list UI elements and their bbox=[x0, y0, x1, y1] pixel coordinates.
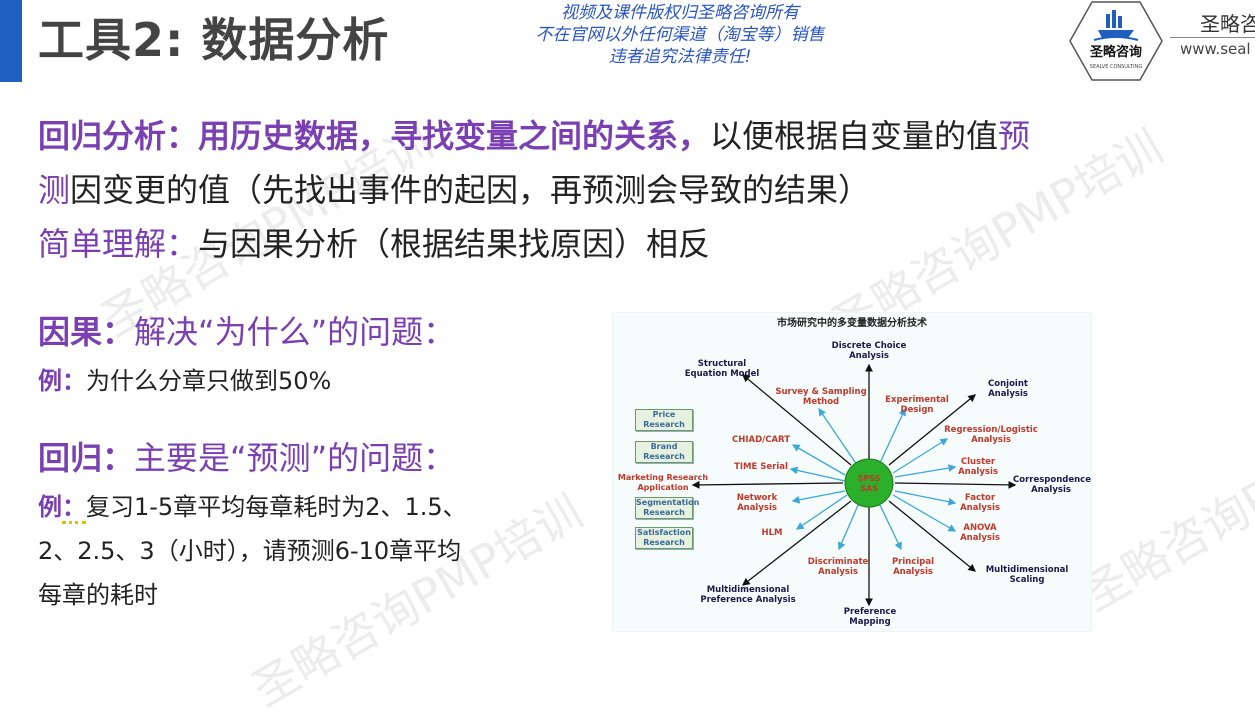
label-factor: Factor Analysis bbox=[960, 493, 1000, 513]
causal-example-text: 为什么分章只做到50% bbox=[86, 367, 332, 395]
regression-definition-purple: 回归分析：用历史数据，寻找变量之间的关系， bbox=[38, 117, 711, 155]
label-survey-sampling: Survey & Sampling Method bbox=[775, 387, 867, 407]
regression-title-rest: 主要是“预测”的问题： bbox=[134, 439, 456, 477]
page-title: 工具2: 数据分析 bbox=[38, 13, 390, 67]
side-box-price: Price Research bbox=[635, 409, 693, 431]
simple-understanding-text: 与因果分析（根据结果找原因）相反 bbox=[198, 225, 711, 263]
label-cluster: Cluster Analysis bbox=[958, 457, 998, 477]
label-anova: ANOVA Analysis bbox=[960, 523, 1000, 543]
simple-understanding-line: 简单理解：与因果分析（根据结果找原因）相反 bbox=[38, 224, 710, 264]
side-label-marketing: Marketing Research Application bbox=[617, 473, 709, 492]
copyright-notice: 视频及课件版权归圣略咨询所有 不在官网以外任何渠道（淘宝等）销售 违者追究法律责… bbox=[490, 2, 870, 68]
label-correspondence: Correspondence Analysis bbox=[1013, 475, 1091, 495]
regression-example-label: 例 bbox=[38, 493, 62, 521]
regression-definition-line2-rest: 因变更的值（先找出事件的起因，再预测会导致的结果） bbox=[70, 171, 871, 209]
side-box-brand: Brand Research bbox=[635, 441, 693, 463]
label-chiad-cart: CHIAD/CART bbox=[731, 435, 791, 445]
label-multidimensional-preference: Multidimensional Preference Analysis bbox=[700, 585, 796, 605]
center-label-2: SAS bbox=[860, 484, 878, 493]
copyright-line-3: 违者追究法律责任! bbox=[608, 47, 752, 67]
regression-example-text1: 复习1-5章平均每章耗时为2、1.5、 bbox=[86, 493, 467, 521]
regression-example-line1: 例：复习1-5章平均每章耗时为2、1.5、 bbox=[38, 492, 467, 524]
logo-subtext: SEALVE CONSULTING bbox=[1090, 64, 1143, 70]
label-regression-logistic: Regression/Logistic Analysis bbox=[944, 425, 1038, 445]
company-logo: 圣略咨询 SEALVE CONSULTING bbox=[1068, 0, 1164, 82]
label-time-serial: TIME Serial bbox=[734, 462, 788, 472]
center-label-1: SPSS bbox=[858, 474, 881, 483]
accent-bar bbox=[0, 0, 22, 82]
accent-gap bbox=[22, 0, 28, 82]
regression-heading: 回归：主要是“预测”的问题： bbox=[38, 438, 455, 478]
regression-definition-line2: 测因变更的值（先找出事件的起因，再预测会导致的结果） bbox=[38, 170, 870, 210]
label-principal: Principal Analysis bbox=[891, 557, 935, 577]
brand-url: www.seal bbox=[1180, 40, 1251, 58]
causal-example-label: 例： bbox=[38, 367, 86, 395]
regression-definition-rest: 以便根据自变量的值 bbox=[710, 117, 999, 155]
brand-divider bbox=[1170, 37, 1255, 38]
causal-title-rest: 解决“为什么”的问题： bbox=[134, 313, 456, 351]
multivariate-analysis-diagram: 市场研究中的多变量数据分析技术 SPSS SAS Discrete Choice… bbox=[612, 312, 1092, 632]
label-conjoint: Conjoint Analysis bbox=[988, 379, 1028, 399]
regression-definition-start: 测 bbox=[38, 171, 71, 209]
copyright-line-1: 视频及课件版权归圣略咨询所有 bbox=[561, 3, 799, 23]
watermark: 圣略咨询PMP培训 bbox=[1072, 389, 1255, 622]
label-experimental-design: Experimental Design bbox=[885, 395, 949, 415]
simple-understanding-label: 简单理解： bbox=[38, 225, 199, 263]
regression-example-colon: ： bbox=[62, 493, 86, 524]
causal-example: 例：为什么分章只做到50% bbox=[38, 366, 331, 396]
label-discrete-choice: Discrete Choice Analysis bbox=[831, 341, 907, 361]
brand-name: 圣略咨 bbox=[1200, 12, 1255, 36]
label-network: Network Analysis bbox=[736, 493, 778, 513]
causal-title: 因果： bbox=[38, 313, 135, 351]
regression-definition-end: 预 bbox=[998, 117, 1031, 155]
causal-heading: 因果：解决“为什么”的问题： bbox=[38, 312, 455, 352]
label-preference-mapping: Preference Mapping bbox=[843, 607, 897, 627]
label-discriminate: Discriminate Analysis bbox=[807, 557, 869, 577]
regression-example-line3: 每章的耗时 bbox=[38, 581, 158, 609]
label-hlm: HLM bbox=[761, 528, 783, 538]
label-multidimensional-scaling: Multidimensional Scaling bbox=[985, 565, 1069, 585]
regression-definition-line1: 回归分析：用历史数据，寻找变量之间的关系，以便根据自变量的值预 bbox=[38, 116, 1030, 156]
regression-example-line2: 2、2.5、3（小时），请预测6-10章平均 bbox=[38, 537, 462, 565]
copyright-line-2: 不在官网以外任何渠道（淘宝等）销售 bbox=[535, 25, 825, 45]
label-structural-equation: Structural Equation Model bbox=[684, 359, 760, 379]
side-box-segmentation: Segmentation Research bbox=[635, 497, 700, 519]
side-box-satisfaction: Satisfaction Research bbox=[635, 527, 693, 549]
logo-text: 圣略咨询 bbox=[1090, 44, 1142, 60]
regression-title: 回归： bbox=[38, 439, 135, 477]
